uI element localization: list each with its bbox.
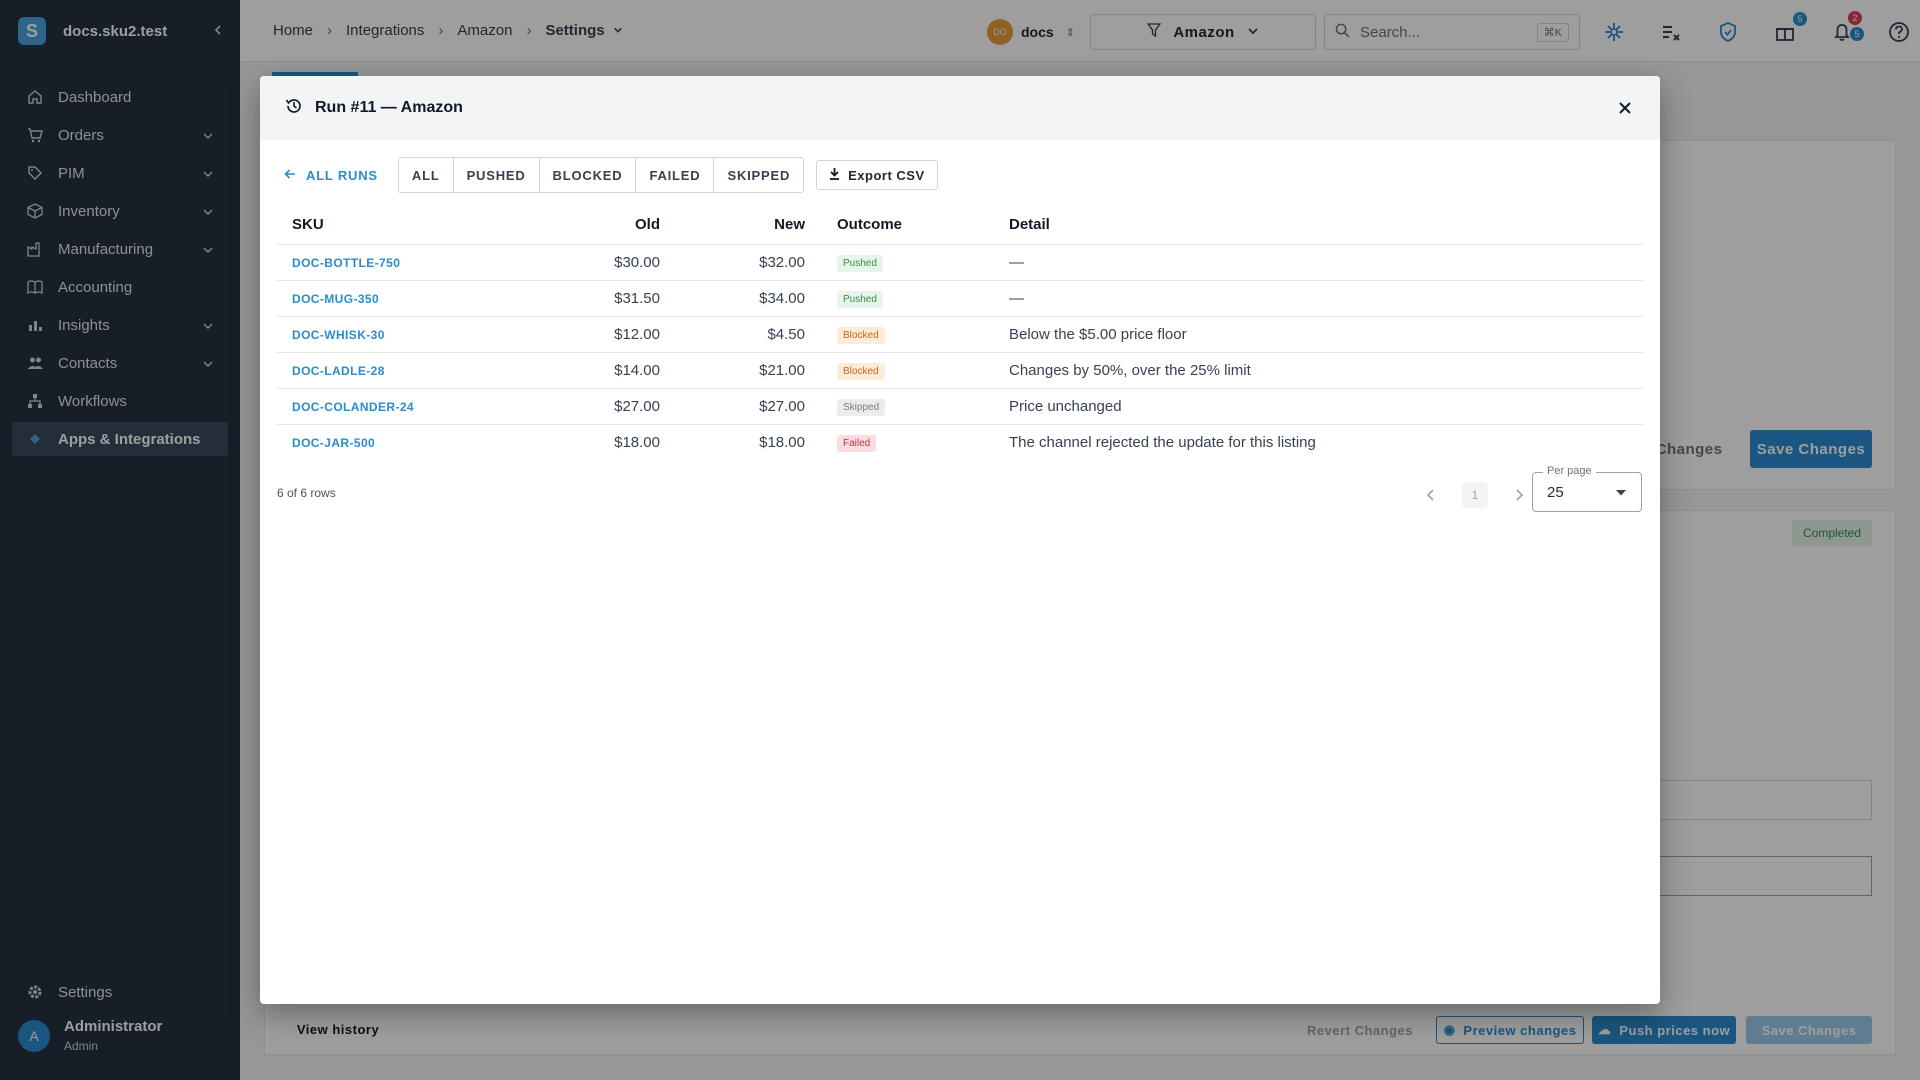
new-price: $4.50	[676, 316, 821, 353]
row-count: 6 of 6 rows	[277, 486, 336, 500]
old-price: $31.50	[496, 280, 676, 317]
dialog-title: Run #11 — Amazon	[315, 99, 463, 116]
dialog-header: Run #11 — Amazon	[260, 76, 1660, 140]
run-results-table: SKU Old New Outcome Detail DOC-BOTTLE-75…	[276, 206, 1644, 460]
filter-skipped[interactable]: SKIPPED	[714, 158, 803, 192]
arrow-left-icon	[284, 168, 296, 183]
new-price: $27.00	[676, 388, 821, 425]
outcome-badge: Pushed	[837, 290, 883, 308]
filter-blocked[interactable]: BLOCKED	[540, 158, 637, 192]
old-price: $18.00	[614, 433, 660, 451]
old-price: $30.00	[496, 244, 676, 281]
detail-text: Price unchanged	[993, 388, 1644, 425]
table-row: DOC-BOTTLE-750 $30.00 $32.00 Pushed —	[276, 244, 1644, 281]
old-price: $14.00	[496, 352, 676, 389]
filter-failed[interactable]: FAILED	[636, 158, 715, 192]
table-row: DOC-MUG-350 $31.50 $34.00 Pushed —	[276, 280, 1644, 317]
export-csv-label: Export CSV	[848, 167, 925, 183]
sku-link[interactable]: DOC-COLANDER-24	[292, 400, 414, 414]
history-icon	[285, 97, 303, 119]
download-icon	[829, 167, 840, 183]
next-page-icon[interactable]	[1504, 480, 1534, 510]
sku-link[interactable]: DOC-BOTTLE-750	[292, 256, 400, 270]
detail-text: Below the $5.00 price floor	[993, 316, 1644, 353]
per-page-value: 25	[1547, 483, 1564, 501]
previous-page-icon[interactable]	[1416, 480, 1446, 510]
detail-text: The channel rejected the update for this…	[1009, 433, 1316, 451]
table-row: DOC-JAR-500 $18.00 $18.00 Failed The cha…	[276, 424, 1644, 460]
column-header-detail[interactable]: Detail	[993, 206, 1644, 245]
all-runs-label: ALL RUNS	[306, 167, 378, 183]
run-detail-dialog: Run #11 — Amazon ALL RUNS ALL PUSHED BLO…	[260, 76, 1660, 1004]
detail-text: —	[993, 280, 1644, 317]
sku-link[interactable]: DOC-LADLE-28	[292, 364, 385, 378]
filter-all[interactable]: ALL	[399, 158, 454, 192]
outcome-badge: Failed	[837, 434, 877, 452]
table-row: DOC-COLANDER-24 $27.00 $27.00 Skipped Pr…	[276, 388, 1644, 425]
dialog-toolbar: ALL RUNS ALL PUSHED BLOCKED FAILED SKIPP…	[276, 157, 938, 193]
export-csv-button[interactable]: Export CSV	[816, 160, 938, 190]
current-page[interactable]: 1	[1462, 482, 1488, 508]
table-header-row: SKU Old New Outcome Detail	[276, 206, 1644, 245]
column-header-outcome[interactable]: Outcome	[821, 206, 993, 245]
outcome-badge: Blocked	[837, 362, 885, 380]
outcome-badge: Blocked	[837, 326, 885, 344]
column-header-old[interactable]: Old	[496, 206, 676, 245]
close-icon[interactable]	[1615, 98, 1635, 118]
outcome-badge: Pushed	[837, 254, 883, 272]
detail-text: —	[993, 244, 1644, 281]
per-page-select[interactable]: Per page 25	[1532, 465, 1642, 512]
column-header-sku[interactable]: SKU	[276, 206, 496, 245]
sku-link[interactable]: DOC-JAR-500	[292, 436, 375, 450]
caret-down-icon	[1615, 484, 1627, 501]
per-page-label: Per page	[1543, 465, 1596, 477]
table-row: DOC-WHISK-30 $12.00 $4.50 Blocked Below …	[276, 316, 1644, 353]
new-price: $32.00	[676, 244, 821, 281]
all-runs-link[interactable]: ALL RUNS	[276, 158, 386, 192]
new-price: $18.00	[759, 433, 805, 451]
outcome-filter-group: ALL PUSHED BLOCKED FAILED SKIPPED	[397, 157, 805, 193]
new-price: $21.00	[676, 352, 821, 389]
detail-text: Changes by 50%, over the 25% limit	[993, 352, 1644, 389]
pagination: 1	[1416, 480, 1534, 510]
old-price: $12.00	[496, 316, 676, 353]
sku-link[interactable]: DOC-WHISK-30	[292, 328, 385, 342]
column-header-new[interactable]: New	[676, 206, 821, 245]
filter-pushed[interactable]: PUSHED	[454, 158, 540, 192]
sku-link[interactable]: DOC-MUG-350	[292, 292, 379, 306]
old-price: $27.00	[496, 388, 676, 425]
table-row: DOC-LADLE-28 $14.00 $21.00 Blocked Chang…	[276, 352, 1644, 389]
new-price: $34.00	[676, 280, 821, 317]
outcome-badge: Skipped	[837, 398, 886, 416]
